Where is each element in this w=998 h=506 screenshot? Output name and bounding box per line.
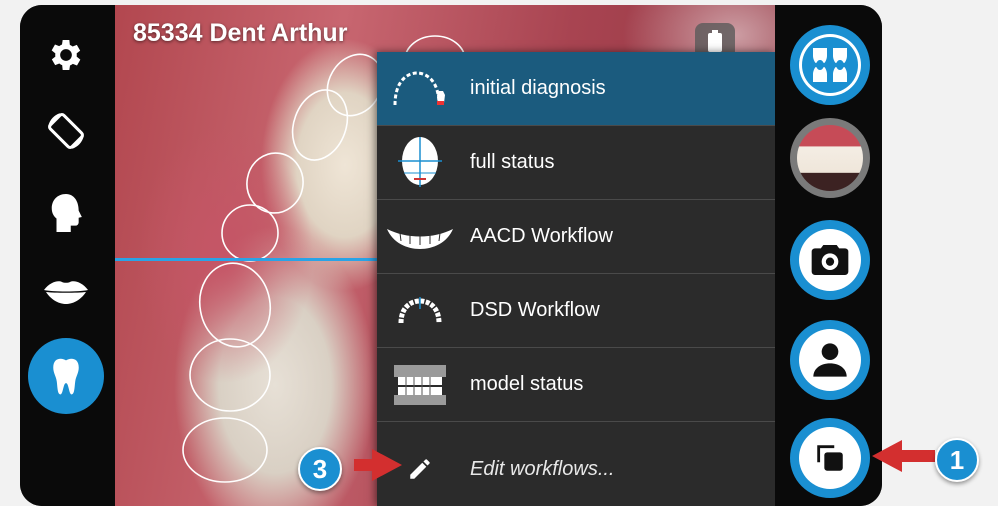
callout-arrows bbox=[354, 440, 935, 481]
callout-3-badge: 3 bbox=[298, 447, 342, 491]
callout-1-arrow bbox=[872, 440, 935, 472]
callout-3-arrow bbox=[354, 449, 402, 481]
callout-1-badge: 1 bbox=[935, 438, 979, 482]
